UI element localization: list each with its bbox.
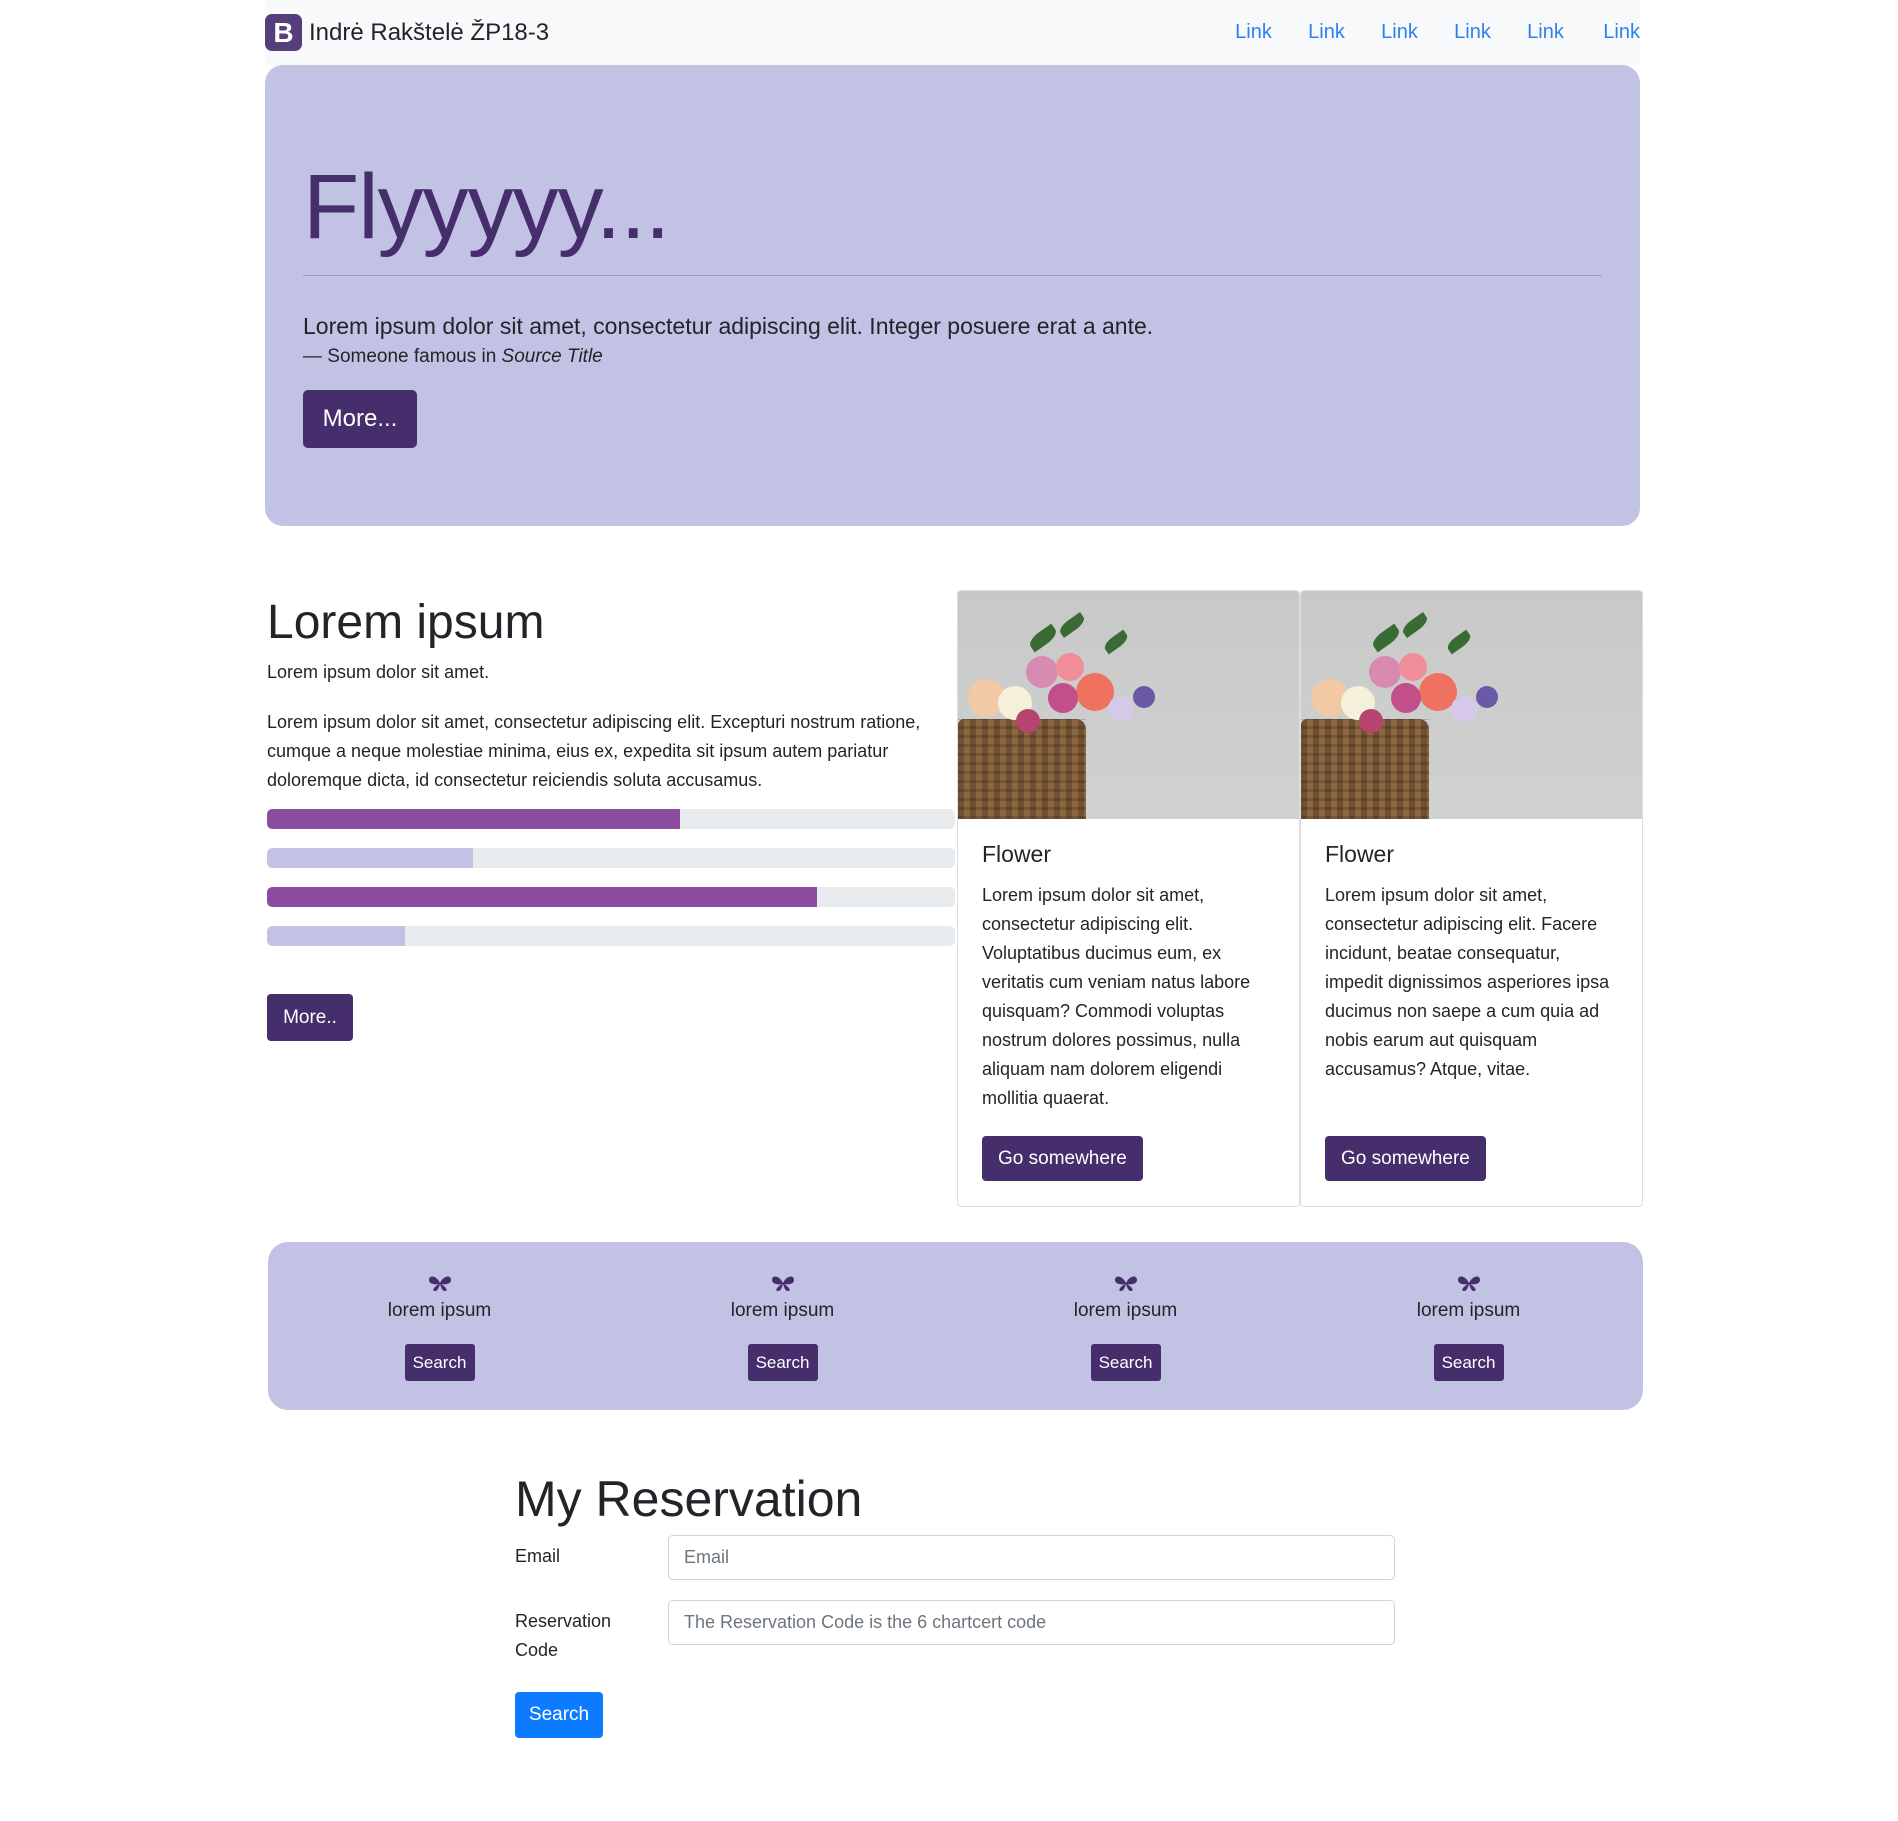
hero-citation: — Someone famous in Source Title: [303, 346, 603, 368]
feature-search-button[interactable]: Search: [404, 1344, 475, 1381]
hero-quote: Lorem ipsum dolor sit amet, consectetur …: [303, 313, 1154, 339]
feature-search-button[interactable]: Search: [1433, 1344, 1504, 1381]
reservation-code-input[interactable]: [668, 1600, 1395, 1645]
about-paragraph: Lorem ipsum dolor sit amet, consectetur …: [267, 712, 921, 790]
reservation-search-button[interactable]: Search: [515, 1692, 603, 1738]
flower-basket-image: [1301, 591, 1642, 819]
hero-more-button[interactable]: More...: [303, 390, 417, 448]
nav-link-4[interactable]: Link: [1436, 21, 1509, 44]
butterfly-icon: [771, 1276, 794, 1291]
flower-card-1: Flower Lorem ipsum dolor sit amet, conse…: [957, 590, 1300, 1207]
feature-label: lorem ipsum: [387, 1300, 492, 1321]
reservation-code-label: Reservation Code: [515, 1611, 612, 1660]
about-subtitle: Lorem ipsum dolor sit amet.: [267, 662, 490, 682]
go-somewhere-button[interactable]: Go somewhere: [1325, 1136, 1486, 1181]
nav-link-6[interactable]: Link: [1582, 21, 1640, 44]
about-more-button[interactable]: More..: [267, 994, 353, 1041]
nav-links: Link Link Link Link Link Link: [1217, 21, 1640, 44]
flower-card-2: Flower Lorem ipsum dolor sit amet, conse…: [1300, 590, 1643, 1207]
progress-bar-1: [267, 809, 955, 829]
hero-jumbotron: Flyyyyy... Lorem ipsum dolor sit amet, c…: [265, 65, 1640, 526]
flower-basket-image: [958, 591, 1299, 819]
go-somewhere-button[interactable]: Go somewhere: [982, 1136, 1143, 1181]
progress-fill-3: [267, 887, 818, 907]
progress-fill-1: [267, 809, 680, 829]
feature-item: lorem ipsum Search: [611, 1242, 954, 1410]
card-title: Flower: [1325, 841, 1395, 867]
feature-label: lorem ipsum: [730, 1300, 835, 1321]
butterfly-icon: [428, 1276, 451, 1291]
about-title: Lorem ipsum: [267, 596, 545, 649]
feature-search-button[interactable]: Search: [747, 1344, 818, 1381]
hero-cite-prefix: — Someone famous in: [303, 346, 497, 367]
feature-item: lorem ipsum Search: [1297, 1242, 1640, 1410]
card-title: Flower: [982, 841, 1052, 867]
nav-link-2[interactable]: Link: [1290, 21, 1363, 44]
butterfly-icon: [1457, 1276, 1480, 1291]
feature-strip: lorem ipsum Search lorem ipsum Search lo…: [268, 1242, 1643, 1410]
hero-title: Flyyyyy...: [303, 156, 670, 258]
feature-item: lorem ipsum Search: [268, 1242, 611, 1410]
feature-label: lorem ipsum: [1416, 1300, 1521, 1321]
reservation-form: My Reservation Email Reservation Code Se…: [515, 1465, 1395, 1765]
nav-link-5[interactable]: Link: [1509, 21, 1582, 44]
navbar: B Indrė Rakštelė ŽP18-3 Link Link Link L…: [265, 0, 1640, 65]
butterfly-icon: [1114, 1276, 1137, 1291]
card-body: Flower Lorem ipsum dolor sit amet, conse…: [1301, 819, 1642, 1106]
progress-bar-3: [267, 887, 955, 907]
email-label: Email: [515, 1546, 561, 1566]
brand-logo[interactable]: B: [265, 14, 302, 51]
hero-divider: [303, 275, 1602, 276]
progress-fill-2: [267, 848, 474, 868]
progress-bar-4: [267, 926, 955, 946]
nav-link-1[interactable]: Link: [1217, 21, 1290, 44]
progress-fill-4: [267, 926, 405, 946]
feature-item: lorem ipsum Search: [954, 1242, 1297, 1410]
card-body: Flower Lorem ipsum dolor sit amet, conse…: [958, 819, 1299, 1135]
card-text: Lorem ipsum dolor sit amet, consectetur …: [982, 885, 1251, 1108]
email-input[interactable]: [668, 1535, 1395, 1580]
about-section: Lorem ipsum Lorem ipsum dolor sit amet. …: [265, 585, 1643, 1210]
hero-cite-source: Source Title: [501, 346, 603, 367]
card-text: Lorem ipsum dolor sit amet, consectetur …: [1325, 885, 1610, 1079]
brand-name[interactable]: Indrė Rakštelė ŽP18-3: [309, 19, 549, 47]
feature-search-button[interactable]: Search: [1090, 1344, 1161, 1381]
reservation-title: My Reservation: [515, 1471, 863, 1527]
nav-link-3[interactable]: Link: [1363, 21, 1436, 44]
feature-label: lorem ipsum: [1073, 1300, 1178, 1321]
progress-bar-2: [267, 848, 955, 868]
